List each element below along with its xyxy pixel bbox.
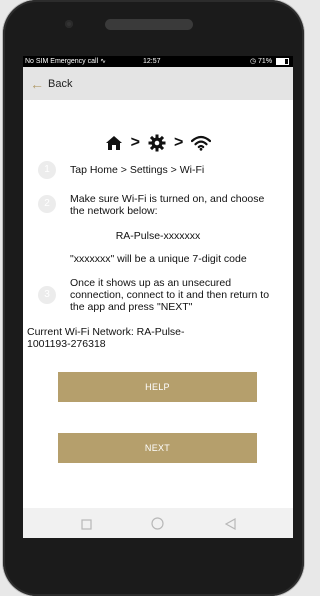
home-nav-button[interactable] (151, 517, 164, 535)
status-wifi-icon: ∿ (100, 58, 106, 65)
help-button[interactable]: HELP (58, 372, 257, 402)
status-right: ◷ 71% (250, 56, 289, 67)
current-network: Current Wi-Fi Network: RA-Pulse-1001193-… (27, 326, 185, 350)
step-3-text: Once it shows up as an unsecured connect… (70, 277, 270, 313)
next-button[interactable]: NEXT (58, 433, 257, 463)
back-nav-button[interactable] (224, 517, 236, 535)
status-battery-text: 71% (258, 58, 273, 65)
step-number-2: 2 (38, 195, 56, 213)
recent-apps-button[interactable] (81, 517, 92, 535)
settings-path-icons: > > (23, 132, 293, 154)
earpiece (105, 19, 193, 30)
home-icon (105, 135, 123, 151)
back-button[interactable]: ← Back (30, 75, 72, 93)
battery-icon (276, 57, 289, 65)
status-alarm-icon: ◷ (249, 58, 257, 65)
chevron-right-icon: > (130, 134, 140, 151)
status-bar: No SIM Emergency call ∿ 12:57 ◷ 71% (23, 56, 293, 67)
step-number-1: 1 (38, 161, 56, 179)
status-carrier-text: No SIM Emergency call (25, 58, 99, 65)
wifi-icon (191, 135, 212, 151)
chevron-right-icon: > (174, 134, 184, 151)
android-nav-bar (23, 508, 293, 538)
step-2-text: Make sure Wi-Fi is turned on, and choose… (70, 193, 265, 217)
app-header: ← Back (23, 67, 293, 100)
step-number-3: 3 (38, 286, 56, 304)
gear-icon (148, 134, 166, 152)
back-arrow-icon: ← (30, 76, 44, 92)
front-sensor (65, 20, 73, 28)
code-note: "xxxxxxx" will be a unique 7-digit code (70, 253, 247, 265)
step-1-text: Tap Home > Settings > Wi-Fi (70, 164, 205, 176)
phone-frame: No SIM Emergency call ∿ 12:57 ◷ 71% ← Ba… (3, 0, 304, 596)
status-time: 12:57 (143, 58, 161, 65)
status-carrier: No SIM Emergency call ∿ (25, 56, 106, 67)
network-name: RA-Pulse-xxxxxxx (115, 230, 201, 242)
app-screen: No SIM Emergency call ∿ 12:57 ◷ 71% ← Ba… (23, 56, 293, 538)
back-label: Back (48, 78, 73, 90)
